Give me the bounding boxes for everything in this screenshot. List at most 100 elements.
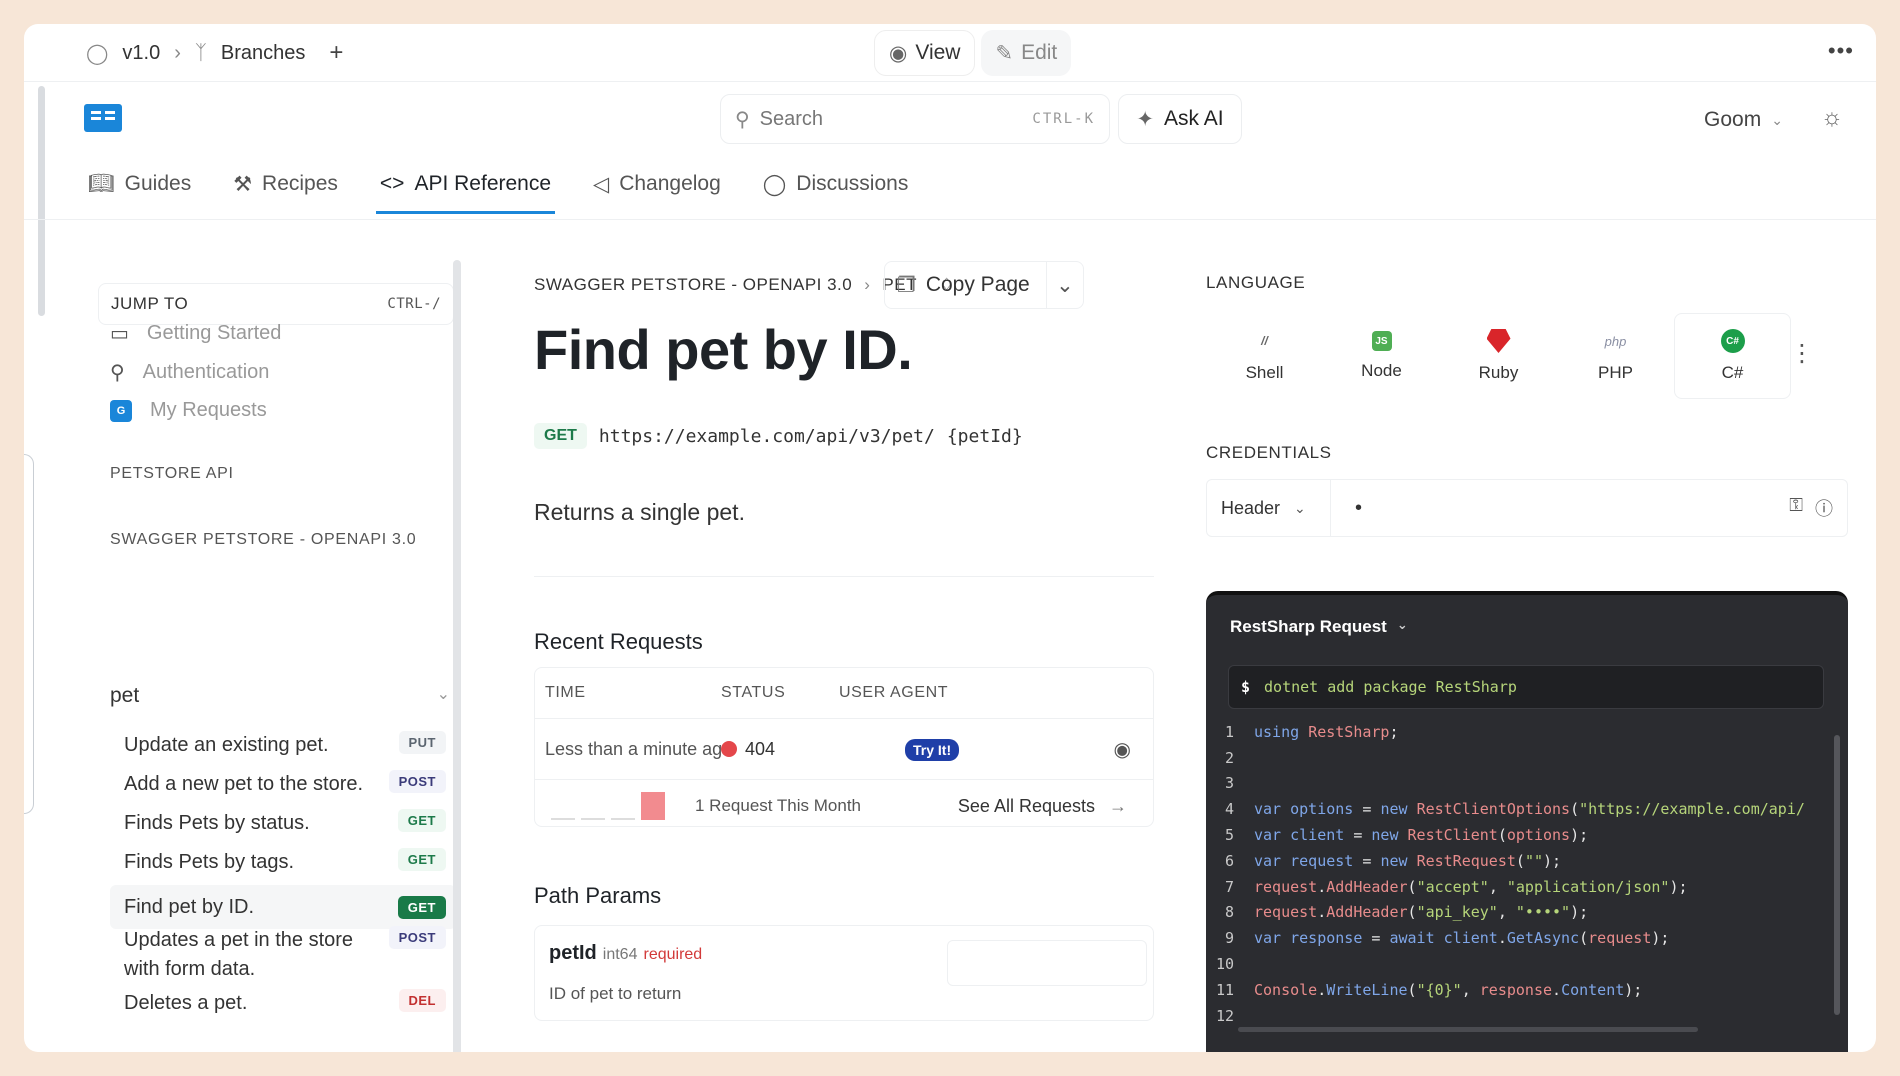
tab-guides[interactable]: 📖︎ Guides	[84, 154, 195, 214]
more-languages-icon[interactable]: ⋮	[1790, 339, 1814, 368]
language-label: Ruby	[1478, 363, 1519, 382]
method-badge: GET	[397, 848, 446, 871]
language-picker: // Shell JS Node Ruby php PHP C# C#	[1206, 313, 1791, 399]
language-heading: LANGUAGE	[1206, 273, 1306, 292]
sidebar-group-pet[interactable]: pet ⌄	[110, 684, 450, 708]
recent-requests-heading: Recent Requests	[534, 629, 703, 654]
method-badge: GET	[397, 809, 446, 832]
line-number: 3	[1224, 774, 1234, 793]
more-menu-button[interactable]: •••	[1828, 38, 1854, 64]
param-row: petId int64 required	[549, 942, 702, 965]
copy-page-main[interactable]: ❐ Copy Page	[885, 262, 1047, 308]
branch-icon: ᛉ	[194, 41, 207, 64]
eye-icon: ◉	[889, 41, 908, 65]
section-heading-petstore-api: PETSTORE API	[110, 465, 234, 482]
line-number: 8	[1224, 903, 1234, 922]
edit-button[interactable]: ✎ Edit	[981, 30, 1072, 76]
my-requests-badge-icon: G	[110, 399, 132, 422]
col-status: STATUS	[721, 684, 786, 701]
code-line: 12	[1206, 1003, 1834, 1029]
request-count: 1 Request This Month	[695, 796, 861, 815]
tab-api-reference[interactable]: <> API Reference	[375, 154, 556, 214]
sparkline-bar	[581, 818, 605, 820]
method-badge: GET	[534, 423, 587, 449]
language-csharp[interactable]: C# C#	[1674, 313, 1791, 399]
language-ruby[interactable]: Ruby	[1440, 313, 1557, 399]
branches-button[interactable]: Branches	[221, 42, 306, 65]
op-label: Deletes a pet.	[124, 992, 248, 1014]
jump-to-input[interactable]: JUMP TO CTRL-/	[98, 283, 454, 325]
sidebar-item-my-requests[interactable]: G My Requests	[110, 399, 267, 422]
breadcrumb-swagger[interactable]: SWAGGER PETSTORE - OPENAPI 3.0	[534, 275, 852, 295]
language-php[interactable]: php PHP	[1557, 313, 1674, 399]
code-vertical-scrollbar[interactable]	[1834, 735, 1840, 1015]
megaphone-icon: ◁	[593, 172, 610, 196]
add-branch-button[interactable]: +	[329, 39, 343, 67]
tab-recipes[interactable]: ⚒ Recipes	[229, 154, 342, 214]
unlock-icon[interactable]: ⚿	[1789, 495, 1803, 521]
credentials-field: Header ⌄ • ⚿ ⓘ	[1206, 479, 1848, 537]
view-button[interactable]: ◉ View	[874, 30, 976, 76]
node-icon: JS	[1371, 331, 1392, 351]
ask-ai-button[interactable]: ✦ Ask AI	[1118, 94, 1242, 144]
page-title: Find pet by ID.	[534, 318, 913, 381]
view-label: View	[915, 41, 961, 64]
version-selector[interactable]: v1.0	[122, 42, 160, 65]
sidebar-op-find-by-status[interactable]: Finds Pets by status. GET	[110, 809, 456, 838]
copy-page-dropdown-chevron-icon[interactable]: ⌄	[1047, 273, 1083, 298]
code-horizontal-scrollbar[interactable]	[1238, 1027, 1698, 1032]
search-input[interactable]: ⚲ Search CTRL-K	[720, 94, 1110, 144]
sidebar-op-update-form[interactable]: Updates a pet in the store with form dat…	[110, 926, 456, 984]
endpoint-url: GET https://example.com/api/v3/pet/ {pet…	[534, 423, 1023, 449]
theme-toggle-sun-icon[interactable]: ☼	[1821, 104, 1843, 132]
see-all-label: See All Requests	[957, 796, 1095, 816]
user-menu[interactable]: Goom ⌄	[1704, 108, 1783, 132]
tab-discussions[interactable]: ◯ Discussions	[759, 154, 913, 214]
param-type: int64	[602, 946, 638, 963]
sidebar-op-add-pet[interactable]: Add a new pet to the store. POST	[110, 770, 456, 799]
app-window: ◯ v1.0 › ᛉ Branches + ◉ View ✎ Edit ••• …	[24, 24, 1876, 1052]
help-icon[interactable]: ⓘ	[1815, 495, 1833, 521]
code-title: RestSharp Request	[1230, 617, 1387, 636]
line-number: 10	[1215, 955, 1234, 974]
credential-value-input[interactable]: •	[1331, 497, 1362, 520]
see-all-requests-link[interactable]: See All Requests →	[958, 796, 1127, 817]
sidebar-op-delete-pet[interactable]: Deletes a pet. DEL	[110, 989, 456, 1018]
chevron-right-icon: ›	[864, 275, 871, 294]
logo-icon[interactable]	[84, 104, 122, 132]
tab-changelog[interactable]: ◁ Changelog	[589, 154, 725, 214]
sidebar-item-authentication[interactable]: ⚲ Authentication	[110, 360, 269, 385]
top-bar: ◯ v1.0 › ᛉ Branches + ◉ View ✎ Edit •••	[24, 24, 1876, 82]
sidebar-op-update-pet[interactable]: Update an existing pet. PUT	[110, 731, 456, 760]
param-required: required	[643, 946, 703, 963]
main-nav: 📖︎ Guides ⚒ Recipes <> API Reference ◁ C…	[84, 154, 912, 214]
code-line: 4 var options = new RestClientOptions("ht…	[1206, 796, 1834, 822]
sparkle-icon: ✦	[1136, 107, 1155, 131]
outer-scrollbar[interactable]	[38, 86, 45, 316]
sidebar-item-getting-started[interactable]: ▭ Getting Started	[110, 321, 281, 346]
code-library-select[interactable]: RestSharp Request ⌄	[1230, 617, 1408, 637]
ask-ai-label: Ask AI	[1164, 107, 1224, 130]
sidebar-op-find-by-id[interactable]: Find pet by ID. GET	[110, 885, 456, 929]
path-params-table: petId int64 required ID of pet to return	[534, 925, 1154, 1021]
install-command[interactable]: $ dotnet add package RestSharp	[1228, 665, 1824, 709]
eye-icon[interactable]: ◉	[1114, 737, 1131, 762]
op-label: Add a new pet to the store.	[124, 773, 364, 795]
url-param: {petId}	[946, 425, 1023, 447]
path-params-heading: Path Params	[534, 883, 662, 908]
sidebar-op-find-by-tags[interactable]: Finds Pets by tags. GET	[110, 848, 456, 877]
language-node[interactable]: JS Node	[1323, 313, 1440, 399]
op-label: Update an existing pet.	[124, 734, 329, 756]
install-command-text: dotnet add package RestSharp	[1264, 678, 1517, 696]
search-shortcut: CTRL-K	[1032, 111, 1095, 127]
op-label: Updates a pet in the store with form dat…	[124, 929, 354, 980]
sidebar-scrollbar[interactable]	[453, 260, 461, 1052]
credential-type-select[interactable]: Header ⌄	[1207, 480, 1331, 536]
language-shell[interactable]: // Shell	[1206, 313, 1323, 399]
petid-input[interactable]	[947, 940, 1147, 986]
language-label: Shell	[1245, 363, 1284, 382]
code-icon: <>	[379, 172, 405, 195]
copy-page-button[interactable]: ❐ Copy Page ⌄	[884, 261, 1084, 309]
table-row[interactable]: Less than a minute ago 404 Try It! ◉	[535, 718, 1153, 780]
code-line: 3	[1206, 771, 1834, 797]
